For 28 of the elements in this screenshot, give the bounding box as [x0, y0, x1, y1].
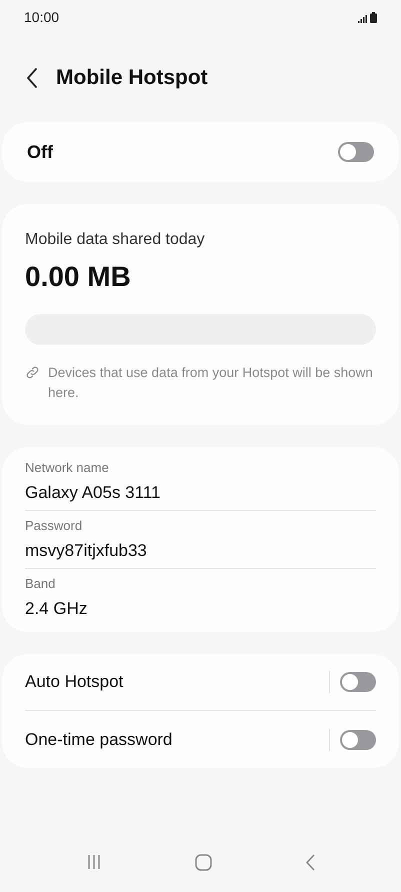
hotspot-toggle[interactable] [338, 142, 374, 162]
hotspot-switch-card[interactable]: Off [2, 122, 399, 182]
signal-icon [358, 14, 367, 22]
setting-label: Band [25, 575, 56, 593]
link-icon [25, 365, 40, 380]
setting-value: 2.4 GHz [25, 598, 88, 620]
switch-label: Off [27, 140, 53, 164]
option-toggle[interactable] [340, 730, 376, 750]
option-label: Auto Hotspot [25, 671, 124, 694]
setting-label: Password [25, 517, 84, 535]
setting-value: msvy87itjxfub33 [25, 540, 148, 562]
recent-apps-icon[interactable] [86, 854, 102, 870]
usage-amount: 0.00 MB [25, 260, 132, 294]
usage-note: Devices that use data from your Hotspot will be shown here. [48, 364, 374, 402]
option-label: One-time password [25, 728, 172, 751]
option-toggle[interactable] [340, 672, 376, 692]
back-nav-icon[interactable] [304, 854, 315, 870]
usage-label: Mobile data shared today [25, 230, 206, 250]
back-icon[interactable] [26, 68, 38, 88]
home-icon[interactable] [194, 854, 212, 870]
network-setting-row[interactable]: Network name Galaxy A05s 3111 [25, 453, 376, 511]
network-setting-row[interactable]: Band 2.4 GHz [25, 569, 376, 626]
setting-value: Galaxy A05s 3111 [25, 482, 162, 504]
setting-label: Network name [25, 459, 110, 477]
network-setting-row[interactable]: Password msvy87itjxfub33 [25, 511, 376, 569]
page-title: Mobile Hotspot [56, 65, 208, 92]
status-time: 10:00 [24, 8, 60, 26]
battery-icon [370, 12, 377, 22]
